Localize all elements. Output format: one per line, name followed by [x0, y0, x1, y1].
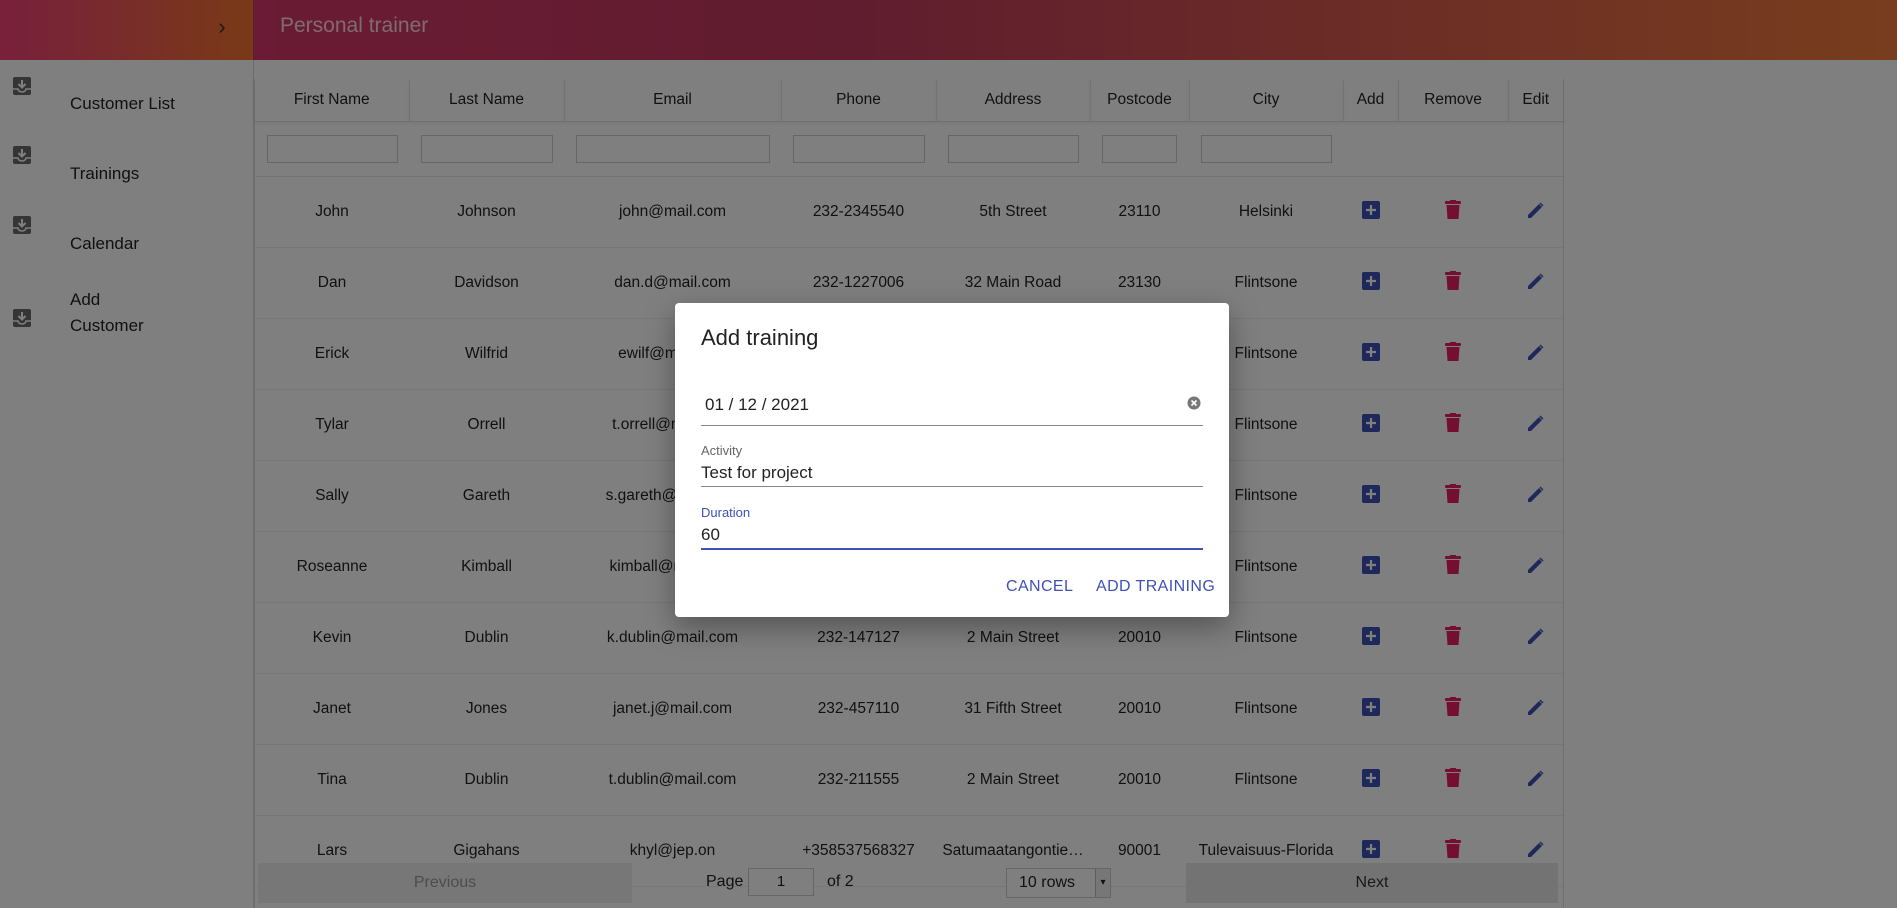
activity-field[interactable]: Activity Test for project: [701, 443, 1203, 487]
activity-label: Activity: [701, 443, 743, 458]
date-value: 01 / 12 / 2021: [705, 395, 809, 414]
date-field[interactable]: 01 / 12 / 2021: [701, 385, 1203, 426]
dialog-title: Add training: [701, 325, 819, 350]
add-training-button[interactable]: ADD TRAINING: [1096, 578, 1215, 596]
duration-field[interactable]: Duration 60: [701, 505, 1203, 550]
cancel-button[interactable]: CANCEL: [1006, 578, 1073, 596]
duration-value: 60: [701, 525, 720, 544]
activity-value: Test for project: [701, 463, 813, 482]
clear-icon[interactable]: [1187, 396, 1201, 410]
duration-label: Duration: [701, 505, 751, 520]
add-training-dialog: Add training 01 / 12 / 2021 Activity Tes…: [675, 303, 1229, 617]
